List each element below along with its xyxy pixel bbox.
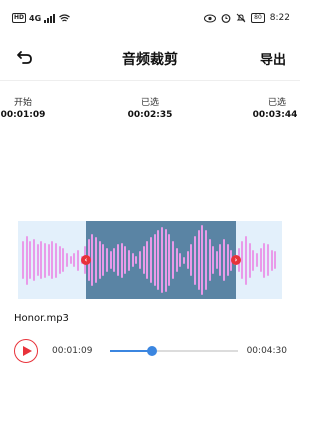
page-title: 音频裁剪 bbox=[122, 52, 178, 68]
status-right: 80 8:22 bbox=[204, 13, 290, 23]
play-icon bbox=[23, 346, 32, 356]
waveform-bar bbox=[54, 242, 57, 278]
waveform-bar bbox=[186, 251, 189, 269]
waveform-bar bbox=[95, 237, 98, 283]
alarm-icon bbox=[221, 14, 231, 23]
waveform-bar bbox=[270, 249, 273, 271]
file-name: Honor.mp3 bbox=[14, 313, 69, 324]
waveform-bar bbox=[201, 225, 204, 295]
waveform-bar bbox=[256, 253, 259, 267]
header-divider bbox=[0, 80, 300, 81]
selected-label: 已选 bbox=[140, 98, 159, 108]
waveform-bar bbox=[153, 233, 156, 287]
end-label: 已选 bbox=[267, 98, 286, 108]
waveform-bar bbox=[171, 240, 174, 280]
waveform-bar bbox=[22, 240, 24, 280]
waveform-bar bbox=[76, 249, 79, 271]
waveform-bar bbox=[43, 242, 46, 278]
waveform-bar bbox=[215, 251, 218, 269]
waveform-bar bbox=[36, 244, 39, 276]
signal-type: 4G bbox=[29, 13, 42, 23]
waveform-bar bbox=[120, 242, 123, 278]
waveform-bar bbox=[139, 251, 142, 269]
waveform-bar bbox=[69, 255, 72, 265]
waveform-bar bbox=[245, 235, 248, 285]
waveform-bar bbox=[164, 228, 167, 292]
waveform-bar bbox=[204, 230, 207, 290]
waveform-bar bbox=[109, 251, 112, 269]
current-time: 00:01:09 bbox=[52, 346, 93, 356]
progress-slider[interactable] bbox=[110, 346, 238, 356]
hd-badge: HD bbox=[12, 13, 27, 23]
waveform-bar bbox=[47, 244, 50, 276]
waveform[interactable]: ‹ › bbox=[18, 221, 282, 299]
progress-fill bbox=[110, 350, 153, 352]
start-time: 00:01:09 bbox=[0, 110, 46, 120]
waveform-bar bbox=[259, 247, 262, 273]
waveform-bar bbox=[175, 247, 178, 273]
waveform-bar bbox=[157, 230, 160, 290]
export-button[interactable]: 导出 bbox=[260, 49, 286, 68]
waveform-bar bbox=[32, 239, 35, 281]
waveform-bar bbox=[65, 253, 68, 267]
selected-duration: 00:02:35 bbox=[127, 110, 173, 120]
status-left: HD 4G bbox=[12, 13, 71, 23]
progress-thumb[interactable] bbox=[147, 346, 158, 356]
total-duration: 00:04:30 bbox=[246, 346, 287, 356]
waveform-bar bbox=[182, 256, 185, 264]
waveform-bar bbox=[168, 233, 171, 287]
status-bar: HD 4G 80 8:22 bbox=[0, 0, 300, 36]
clock: 8:22 bbox=[269, 13, 290, 23]
waveform-bar bbox=[212, 246, 215, 274]
mute-icon bbox=[236, 13, 246, 23]
eye-icon bbox=[204, 14, 217, 22]
waveform-bar bbox=[197, 230, 200, 290]
waveform-bar bbox=[226, 244, 229, 276]
end-time: 00:03:44 bbox=[252, 110, 298, 120]
waveform-bar bbox=[131, 253, 134, 267]
waveform-bar bbox=[193, 235, 196, 285]
waveform-bar bbox=[190, 244, 193, 276]
waveform-bar bbox=[106, 247, 109, 273]
waveform-bar bbox=[29, 240, 32, 280]
waveform-bar bbox=[248, 242, 251, 278]
waveform-bar bbox=[142, 246, 145, 274]
waveform-bar bbox=[73, 253, 76, 267]
waveform-bar bbox=[150, 237, 152, 283]
signal-icon bbox=[44, 13, 56, 23]
battery-indicator: 80 bbox=[251, 13, 265, 23]
waveform-bar bbox=[223, 239, 226, 281]
waveform-bar bbox=[25, 235, 28, 285]
waveform-bar bbox=[117, 244, 120, 276]
wifi-icon bbox=[59, 13, 71, 21]
start-label: 开始 bbox=[13, 98, 32, 108]
waveform-bar bbox=[51, 240, 54, 280]
waveform-bar bbox=[62, 247, 65, 273]
right-trim-handle[interactable]: › bbox=[231, 255, 241, 265]
waveform-bar bbox=[160, 226, 163, 294]
waveform-bar bbox=[267, 244, 270, 276]
waveform-bar bbox=[40, 240, 43, 280]
play-button[interactable] bbox=[14, 339, 38, 363]
waveform-bar bbox=[128, 249, 131, 271]
waveform-bar bbox=[98, 240, 101, 280]
left-trim-handle[interactable]: ‹ bbox=[81, 255, 91, 265]
waveform-bar bbox=[179, 253, 182, 267]
waveform-bar bbox=[58, 246, 61, 274]
waveform-bar bbox=[208, 239, 211, 281]
